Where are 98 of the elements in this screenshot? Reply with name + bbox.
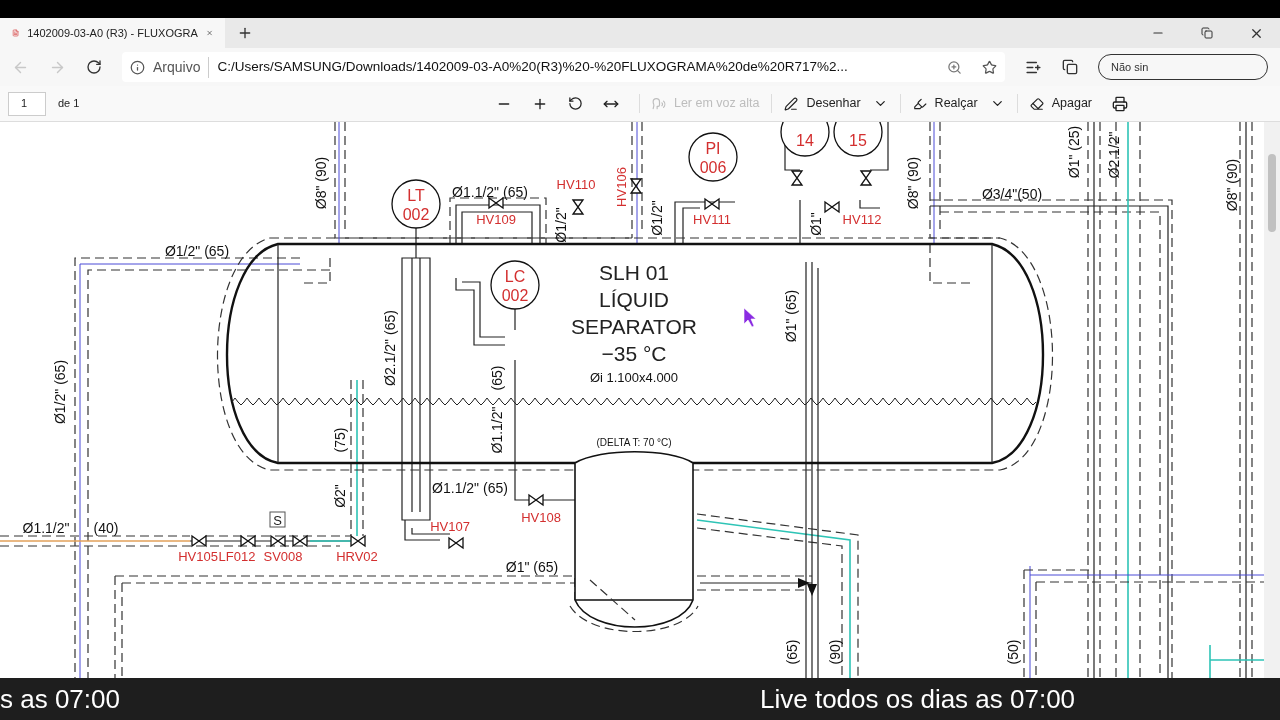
ticker-text: Live todos os dias as 07:00 <box>760 682 1076 716</box>
valve-tag: HV107 <box>430 519 470 534</box>
valve-icon <box>704 197 720 211</box>
toolbar-button[interactable]: Realçar <box>912 94 978 113</box>
pipe-size-label: Ø1" (25) <box>1066 125 1082 179</box>
valve-icon <box>292 534 308 548</box>
pipe-size-label: Ø2" <box>332 484 348 508</box>
vessel-title: SEPARATOR <box>571 315 697 338</box>
address-field[interactable]: Arquivo C:/Users/SAMSUNG/Downloads/1402009-03-A0%20(R3)%20-%20FLUXOGRAMA%20de%20R717%2... <box>122 52 1005 82</box>
valve-icon <box>629 178 643 194</box>
pipe-size-label: Ø1/2" (65) <box>52 359 68 425</box>
pipe-size-label: Ø1" (65) <box>505 559 559 575</box>
valve-tag: HV110 <box>556 177 596 192</box>
toolbar-button[interactable]: Desenhar <box>784 94 861 113</box>
zoom-icon[interactable] <box>947 59 962 75</box>
toolbar-button[interactable]: Apagar <box>1029 94 1092 113</box>
pipe-size-label: Ø8" (90) <box>1224 158 1240 212</box>
valve-tag: HV108 <box>521 510 561 525</box>
pipe-size-label: Ø1.1/2" <box>22 520 70 536</box>
valve-tag: HV109 <box>476 212 516 227</box>
pipe-size-label: Ø8" (90) <box>313 156 329 210</box>
browser-tab[interactable]: 1402009-03-A0 (R3) - FLUXOGRA <box>0 18 225 48</box>
pipe-size-label: Ø3/4"(50) <box>981 186 1043 202</box>
vessel-size: Øi 1.100x4.000 <box>589 370 679 385</box>
valve-tag: HV112 <box>842 212 882 227</box>
pipe-size-label: Ø8" (90) <box>905 156 921 210</box>
url-text: C:/Users/SAMSUNG/Downloads/1402009-03-A0%20(R3)%20-%20FLUXOGRAMA%20de%20R717%2... <box>217 57 849 76</box>
pipe-size-label: (65) <box>489 365 505 391</box>
valve-icon <box>824 200 840 214</box>
instrument-tag: 002 <box>501 287 529 304</box>
pdf-file-icon <box>12 26 20 40</box>
valve-icon <box>240 534 256 548</box>
valve-tag: HV111 <box>693 212 731 227</box>
solenoid-box <box>269 511 286 528</box>
valve-tag: HV106 <box>614 167 629 207</box>
instrument-tag: 14 <box>796 132 814 149</box>
valve-icon <box>191 534 207 548</box>
instrument-tag: 006 <box>699 159 727 176</box>
instrument-tag: LT <box>407 187 425 204</box>
read-aloud-icon <box>651 96 666 111</box>
solenoid-label: S <box>273 513 282 528</box>
valve-icon <box>270 534 286 548</box>
valve-icon <box>448 536 464 550</box>
pipe-size-label: Ø1" (65) <box>783 289 799 343</box>
pipe-size-label: Ø1/2" <box>649 200 665 236</box>
valve-icon <box>790 170 804 186</box>
flow-arrow-icon <box>798 578 817 596</box>
instrument-tag: 002 <box>402 206 430 223</box>
cursor-icon <box>743 307 757 328</box>
pipe-size-label: (40) <box>93 520 119 536</box>
valve-tag: SV008 <box>263 549 303 564</box>
valve-icon <box>859 170 873 186</box>
favorite-icon[interactable] <box>982 59 997 75</box>
valve-tag: LF012 <box>218 549 256 564</box>
valve-tag: HV105 <box>178 549 218 564</box>
tab-title: 1402009-03-A0 (R3) - FLUXOGRA <box>27 25 198 41</box>
reload-icon[interactable] <box>86 59 102 75</box>
vessel-title: LÍQUID <box>599 288 669 311</box>
print-icon[interactable] <box>1112 95 1128 112</box>
vessel-title: SLH 01 <box>599 261 669 284</box>
new-tab-icon[interactable] <box>237 25 253 41</box>
instrument-tag: PI <box>705 140 721 157</box>
instrument-tag: LC <box>504 268 526 285</box>
info-icon <box>130 59 145 75</box>
highlighter-icon <box>912 96 927 111</box>
collections-icon[interactable] <box>1062 59 1078 75</box>
instrument-bubble <box>490 260 540 310</box>
scrollbar-thumb[interactable] <box>1268 154 1276 232</box>
instrument-tag: 15 <box>849 132 867 149</box>
pipe-size-label: Ø1/2" <box>553 207 569 243</box>
site-label: Arquivo <box>153 56 210 78</box>
pipe-size-label: Ø1/2" (65) <box>164 243 230 259</box>
valve-tag: HRV02 <box>336 549 378 564</box>
restore-icon[interactable] <box>1201 27 1213 39</box>
pipe-size-label: Ø2.1/2" (65) <box>382 310 398 386</box>
instrument-bubble <box>688 132 738 182</box>
pipe-size-label: Ø2.1/2" <box>1106 131 1122 179</box>
pipe-size-label: (50) <box>1005 639 1021 665</box>
instrument-bubble <box>391 179 441 229</box>
rotate-icon[interactable] <box>567 96 583 111</box>
page-number-field[interactable]: 1 <box>8 91 46 116</box>
valve-icon <box>571 199 585 215</box>
pipe-size-label: Ø1.1/2" (65) <box>452 184 528 200</box>
pen-icon <box>784 96 799 111</box>
pipe-size-label: (90) <box>827 639 843 665</box>
valve-icon <box>528 493 544 507</box>
eraser-icon <box>1029 96 1044 111</box>
vessel-title: −35 °C <box>601 342 667 365</box>
pipe-size-label: Ø1.1/2" (65) <box>432 480 508 496</box>
valve-icon <box>350 534 366 548</box>
ticker-text: s as 07:00 <box>0 682 120 716</box>
valve-icon <box>488 196 504 210</box>
pipe-size-label: Ø1" <box>808 212 824 236</box>
drum-note: (DELTA T: 70 °C) <box>596 437 672 448</box>
page-count: de 1 <box>58 96 80 112</box>
pipe-size-label: (65) <box>784 639 800 665</box>
pipe-size-label: Ø1.1/2" <box>489 406 505 454</box>
pipe-size-label: (75) <box>332 427 348 453</box>
